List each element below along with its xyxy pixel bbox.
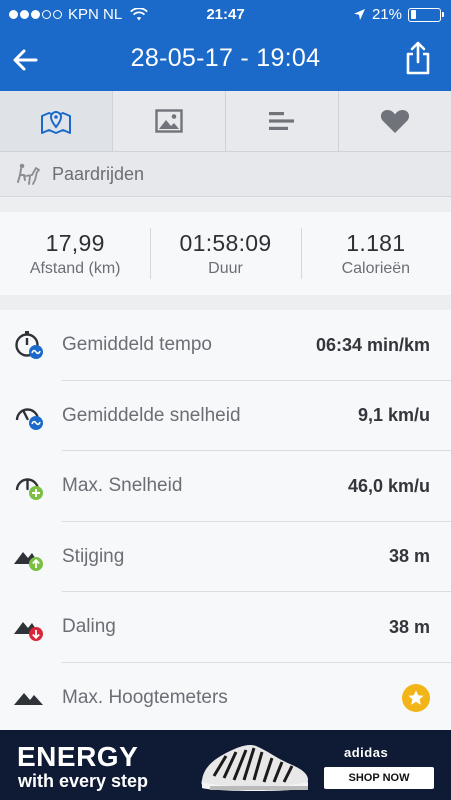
stat-value: 38 m [388, 546, 430, 567]
sport-label: Paardrijden [52, 163, 145, 184]
list-item: Gemiddelde snelheid 9,1 km/u [0, 381, 451, 451]
stat-label: Max. Snelheid [62, 475, 183, 497]
shop-now-button[interactable]: SHOP NOW [324, 767, 434, 789]
stat-label: Daling [62, 616, 116, 638]
stopwatch-avg-icon [15, 331, 43, 360]
status-bar: KPN NL 21:47 21% [0, 0, 451, 30]
stat-label: Max. Hoogtemeters [62, 686, 228, 708]
summary-label: Afstand (km) [29, 259, 121, 277]
list-item: Max. Snelheid 46,0 km/u [0, 451, 451, 522]
header-bar: KPN NL 21:47 21% 28-05-17 - 19:04 [0, 0, 451, 91]
speedometer-avg-icon [15, 408, 43, 430]
summary-label: Duur [208, 259, 243, 277]
battery-fill [410, 10, 417, 19]
stat-value: 46,0 km/u [347, 475, 430, 496]
summary-value: 1.181 [346, 229, 406, 256]
mountain-down-icon [14, 622, 43, 642]
share-icon[interactable] [403, 40, 433, 76]
sport-row[interactable]: Paardrijden [0, 152, 451, 197]
tab-map[interactable] [0, 91, 113, 151]
stat-label: Stijging [62, 545, 125, 567]
page-title: 28-05-17 - 19:04 [130, 44, 321, 72]
ad-subline: with every step [18, 771, 149, 791]
mountain-up-icon [14, 551, 43, 571]
summary-panel: 17,99 Afstand (km) 01:58:09 Duur 1.181 C… [0, 212, 451, 295]
nav-bar: 28-05-17 - 19:04 [0, 30, 451, 91]
summary-value: 01:58:09 [179, 229, 272, 256]
map-pin-icon [41, 111, 71, 134]
stats-list: Gemiddeld tempo 06:34 min/km Gemiddelde … [0, 310, 451, 730]
list-item: Gemiddeld tempo 06:34 min/km [0, 310, 451, 381]
summary-label: Calorieën [341, 259, 411, 277]
summary-distance: 17,99 Afstand (km) [0, 212, 150, 295]
stat-label: Gemiddelde snelheid [62, 404, 241, 426]
list-item: Stijging 38 m [0, 522, 451, 592]
summary-duration: 01:58:09 Duur [150, 212, 300, 295]
stat-value: 06:34 min/km [315, 334, 430, 355]
sneaker-image [201, 744, 308, 791]
ad-banner[interactable]: ENERGY with every step adidas SHOP NOW [0, 730, 451, 800]
mountain-icon [14, 692, 43, 705]
status-right: 21% [353, 6, 444, 23]
list-item: Daling 38 m [0, 592, 451, 663]
star-icon [402, 683, 430, 712]
speedometer-max-icon [15, 478, 43, 501]
tab-photos[interactable] [113, 91, 226, 151]
ad-headline: ENERGY [17, 741, 139, 772]
stat-value: 38 m [388, 616, 430, 637]
list-item: Max. Hoogtemeters [0, 663, 451, 734]
horse-riding-icon [17, 163, 40, 185]
battery-icon [408, 7, 444, 22]
ad-brand: adidas [344, 745, 389, 760]
summary-value: 17,99 [45, 229, 105, 256]
summary-calories: 1.181 Calorieën [300, 212, 451, 295]
tab-bar [0, 91, 451, 152]
heart-icon [380, 110, 410, 133]
battery-percent: 21% [371, 6, 402, 23]
stat-value: 9,1 km/u [357, 405, 430, 426]
stat-label: Gemiddeld tempo [62, 334, 212, 356]
arrow-left-icon[interactable] [10, 44, 44, 76]
bars-icon [269, 112, 294, 130]
image-icon [155, 109, 183, 133]
tab-laps[interactable] [226, 91, 339, 151]
tab-heart[interactable] [339, 91, 451, 151]
location-arrow-icon [353, 9, 365, 20]
